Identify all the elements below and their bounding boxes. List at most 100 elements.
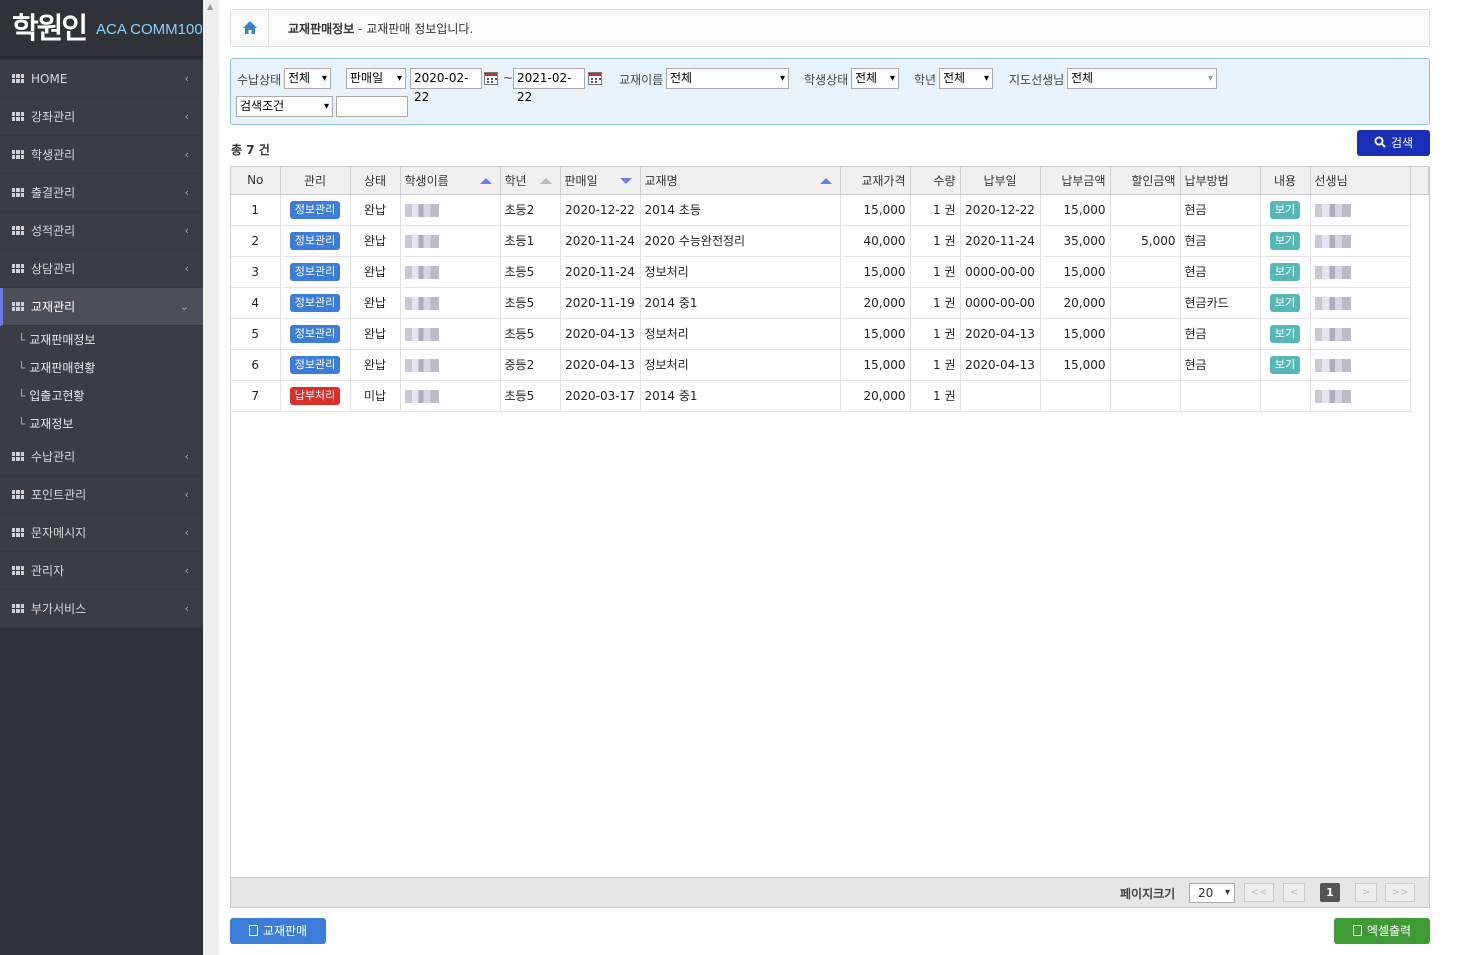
col-header-discount[interactable]: 할인금액 xyxy=(1110,167,1181,195)
sidebar-item-admin[interactable]: 관리자 ‹ xyxy=(0,552,203,590)
next-page-button[interactable]: > xyxy=(1355,883,1377,902)
col-header-qty[interactable]: 수량 xyxy=(910,167,961,195)
view-button[interactable]: 보기 xyxy=(1269,324,1301,343)
search-button[interactable]: 검색 xyxy=(1357,130,1430,156)
search-condition-select[interactable]: 검색조건 ▾ xyxy=(236,96,333,117)
grid-icon xyxy=(12,150,24,159)
table-row[interactable]: 2 정보관리 완납 초등1 2020-11-24 2020 수능완전정리 40,000 1 권… xyxy=(231,225,1428,257)
info-manage-button[interactable]: 정보관리 xyxy=(289,355,341,374)
info-manage-button[interactable]: 정보관리 xyxy=(289,262,341,281)
total-count: 총 7 건 xyxy=(231,143,270,157)
submenu-item-book-info[interactable]: └ 교재정보 xyxy=(0,410,203,438)
redacted-student-name xyxy=(404,203,439,217)
view-button[interactable]: 보기 xyxy=(1269,262,1301,281)
sidebar-item-grades[interactable]: 성적관리 ‹ xyxy=(0,212,203,250)
col-header-method[interactable]: 납부방법 xyxy=(1180,167,1261,195)
col-header-grade[interactable]: 학년 xyxy=(500,167,561,195)
sidebar-item-courses[interactable]: 강좌관리 ‹ xyxy=(0,98,203,136)
home-button[interactable] xyxy=(231,10,269,46)
cell-discount xyxy=(1110,287,1181,319)
teacher-select[interactable]: 전체 ▾ xyxy=(1067,68,1217,89)
sidebar-item-addons[interactable]: 부가서비스 ‹ xyxy=(0,590,203,628)
info-manage-button[interactable]: 정보관리 xyxy=(289,200,341,219)
sidebar-item-counseling[interactable]: 상담관리 ‹ xyxy=(0,250,203,288)
redacted-student-name xyxy=(404,296,439,310)
first-page-button[interactable]: << xyxy=(1244,883,1274,902)
date-to-input[interactable]: 2021-02-22 xyxy=(513,68,585,104)
col-header-book-name[interactable]: 교재명 xyxy=(640,167,841,195)
table-row[interactable]: 3 정보관리 완납 초등5 2020-11-24 정보처리 15,000 1 권 0000-00… xyxy=(231,256,1428,288)
view-button[interactable]: 보기 xyxy=(1269,231,1301,250)
payment-status-select[interactable]: 전체 ▾ xyxy=(284,68,331,89)
submenu-item-sales-info[interactable]: └ 교재판매정보 xyxy=(0,326,203,354)
table-row[interactable]: 1 정보관리 완납 초등2 2020-12-22 2014 초등 15,000 1 권 2020… xyxy=(231,194,1428,226)
prev-page-button[interactable]: < xyxy=(1283,883,1305,902)
cell-teacher xyxy=(1310,380,1411,412)
table-row[interactable]: 5 정보관리 완납 초등5 2020-04-13 정보처리 15,000 1 권 2020-04… xyxy=(231,318,1428,350)
sidebar-item-label: 상담관리 xyxy=(31,262,76,276)
col-header-content[interactable]: 내용 xyxy=(1260,167,1311,195)
sidebar-item-home[interactable]: HOME ‹ xyxy=(0,60,203,98)
sidebar-item-label: 문자메시지 xyxy=(31,526,87,540)
col-header-no[interactable]: No xyxy=(231,167,281,195)
sales-table: No 관리 상태 학생이름 학년 판매일 교재명 교재가격 수량 납부일 납부금… xyxy=(231,167,1429,412)
col-header-student-name[interactable]: 학생이름 xyxy=(400,167,501,195)
col-header-manage[interactable]: 관리 xyxy=(280,167,351,195)
student-status-select[interactable]: 전체 ▾ xyxy=(851,68,899,89)
sidebar-item-sms[interactable]: 문자메시지 ‹ xyxy=(0,514,203,552)
col-header-status[interactable]: 상태 xyxy=(350,167,401,195)
scroll-up-icon[interactable]: ▲ xyxy=(207,2,213,11)
col-header-teacher[interactable]: 선생님 xyxy=(1310,167,1411,195)
col-header-paid-amount[interactable]: 납부금액 xyxy=(1040,167,1111,195)
search-text-input[interactable] xyxy=(336,96,408,117)
chevron-left-icon: ‹ xyxy=(184,602,189,615)
cell-content xyxy=(1260,380,1311,412)
grade-select[interactable]: 전체 ▾ xyxy=(939,68,993,89)
chevron-left-icon: ‹ xyxy=(184,148,189,161)
view-button[interactable]: 보기 xyxy=(1269,355,1301,374)
info-manage-button[interactable]: 정보관리 xyxy=(289,231,341,250)
col-header-price[interactable]: 교재가격 xyxy=(840,167,911,195)
col-header-sale-date[interactable]: 판매일 xyxy=(560,167,641,195)
table-row[interactable]: 6 정보관리 완납 중등2 2020-04-13 정보처리 15,000 1 권 2020-04… xyxy=(231,349,1428,381)
calendar-icon[interactable] xyxy=(484,72,498,85)
app-logo[interactable]: 학원인 ACA COMM100 xyxy=(0,0,203,58)
chevron-left-icon: ‹ xyxy=(184,564,189,577)
select-value: 검색조건 xyxy=(240,99,285,113)
sell-textbook-button[interactable]: 교재판매 xyxy=(230,918,326,944)
date-type-select[interactable]: 판매일 ▾ xyxy=(346,68,406,89)
view-button[interactable]: 보기 xyxy=(1269,200,1301,219)
info-manage-button[interactable]: 정보관리 xyxy=(289,293,341,312)
date-from-input[interactable]: 2020-02-22 xyxy=(410,68,482,104)
book-name-select[interactable]: 전체 ▾ xyxy=(666,68,789,89)
page-number-current[interactable]: 1 xyxy=(1320,883,1340,902)
submenu-item-sales-status[interactable]: └ 교재판매현황 xyxy=(0,354,203,382)
excel-export-button[interactable]: 엑셀출력 xyxy=(1334,918,1430,944)
table-row[interactable]: 7 납부처리 미납 초등5 2020-03-17 2014 중1 20,000 1 권 xyxy=(231,380,1428,412)
submenu-item-label: 교재판매현황 xyxy=(29,361,96,375)
cell-no: 3 xyxy=(231,256,281,288)
sidebar-item-attendance[interactable]: 출결관리 ‹ xyxy=(0,174,203,212)
sidebar-item-textbooks[interactable]: 교재관리 ⌄ xyxy=(0,288,203,326)
sidebar-item-points[interactable]: 포인트관리 ‹ xyxy=(0,476,203,514)
sidebar-item-payments[interactable]: 수납관리 ‹ xyxy=(0,438,203,476)
page-size-select[interactable]: 20 ▾ xyxy=(1189,883,1235,903)
grid-icon xyxy=(12,226,24,235)
table-row[interactable]: 4 정보관리 완납 초등5 2020-11-19 2014 중1 20,000 1 권 0000… xyxy=(231,287,1428,319)
teacher-label: 지도선생님 xyxy=(1009,73,1065,87)
last-page-button[interactable]: >> xyxy=(1385,883,1415,902)
cell-status: 완납 xyxy=(350,287,401,319)
col-header-paid-date[interactable]: 납부일 xyxy=(960,167,1041,195)
cell-discount: 5,000 xyxy=(1110,225,1181,257)
chevron-left-icon: ‹ xyxy=(184,262,189,275)
submenu-item-stock[interactable]: └ 입출고현황 xyxy=(0,382,203,410)
cell-student-name xyxy=(400,194,501,226)
cell-sale-date: 2020-12-22 xyxy=(560,194,641,226)
calendar-icon[interactable] xyxy=(588,72,602,85)
view-button[interactable]: 보기 xyxy=(1269,293,1301,312)
pay-process-button[interactable]: 납부처리 xyxy=(289,386,341,405)
info-manage-button[interactable]: 정보관리 xyxy=(289,324,341,343)
sidebar-scrollbar[interactable]: ▲ xyxy=(203,0,219,955)
sidebar-item-students[interactable]: 학생관리 ‹ xyxy=(0,136,203,174)
sidebar-item-label: 교재관리 xyxy=(31,300,76,314)
